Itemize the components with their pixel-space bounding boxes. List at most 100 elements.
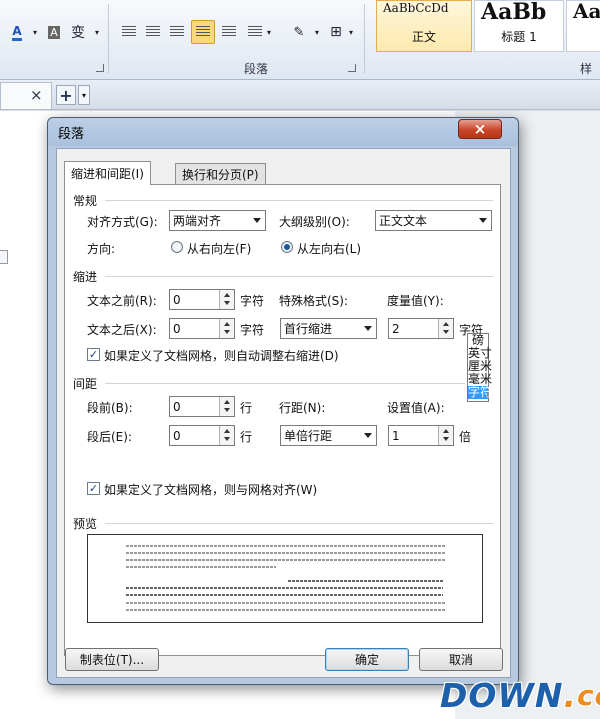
preview-line (126, 552, 446, 554)
align-center-icon[interactable] (146, 26, 160, 38)
unit-dropdown-list[interactable]: 磅 英寸 厘米 毫米 字符 (467, 333, 492, 402)
setting-value-label: 设置值(A): (387, 401, 445, 415)
line-spacing-select[interactable]: 单倍行距 (280, 425, 377, 446)
spacing-before-spinner[interactable]: 0 (169, 396, 235, 417)
measure-label: 度量值(Y): (387, 294, 444, 308)
spin-down-icon[interactable] (224, 408, 230, 412)
unit-option-selected[interactable]: 字符 (468, 386, 492, 399)
spin-down-icon[interactable] (443, 330, 449, 334)
spacing-after-spinner[interactable]: 0 (169, 425, 235, 446)
indent-before-unit: 字符 (240, 294, 265, 308)
font-dialog-launcher-icon[interactable] (96, 64, 104, 72)
outline-level-select[interactable]: 正文文本 (375, 210, 492, 231)
setting-value-spinner[interactable]: 1 (388, 425, 454, 446)
new-tab-button[interactable]: + (56, 85, 76, 105)
document-icon (0, 250, 8, 264)
radio-ltr[interactable] (281, 241, 293, 253)
justify-button[interactable] (191, 20, 215, 44)
preview-box (87, 534, 483, 623)
chevron-down-icon[interactable]: ▾ (346, 22, 356, 42)
spin-down-icon[interactable] (224, 301, 230, 305)
indent-after-label: 文本之后(X): (87, 323, 157, 337)
chevron-down-icon[interactable]: ▾ (92, 22, 102, 42)
document-tab-bar: × + ▾ (0, 80, 600, 110)
chevron-down-icon[interactable]: ▾ (312, 22, 322, 42)
paragraph-dialog-launcher-icon[interactable] (348, 64, 356, 72)
spin-up-icon[interactable] (224, 429, 230, 433)
style-normal[interactable]: AaBbCcDd 正文 (376, 0, 472, 52)
tab-line-page-breaks[interactable]: 换行和分页(P) (175, 163, 266, 185)
special-format-label: 特殊格式(S): (279, 294, 349, 308)
radio-ltr-label[interactable]: 从左向右(L) (297, 240, 361, 257)
ribbon: A ▾ A 变 ▾ ▾ ✎ ▾ ⊞ ▾ 段落 AaBbCcDd 正文 AaBb … (0, 0, 600, 93)
chevron-down-icon (253, 218, 261, 223)
snap-grid-checkbox[interactable]: ✓ (87, 482, 100, 495)
section-general: 常规 (73, 194, 98, 208)
font-color-icon[interactable]: A (6, 22, 28, 42)
style-heading-1[interactable]: AaBb 标题 1 (474, 0, 564, 52)
spacing-after-label: 段后(E): (87, 430, 132, 444)
snap-grid-label[interactable]: 如果定义了文档网格，则与网格对齐(W) (104, 481, 317, 498)
preview-line-current (126, 594, 443, 596)
chevron-down-icon[interactable]: ▾ (30, 22, 40, 42)
distribute-icon[interactable] (222, 26, 236, 38)
spin-down-icon[interactable] (224, 330, 230, 334)
spin-up-icon[interactable] (443, 322, 449, 326)
preview-line-current (288, 580, 443, 582)
spin-up-icon[interactable] (224, 293, 230, 297)
phonetic-guide-icon[interactable]: 变 (66, 22, 90, 42)
tab-stops-button[interactable]: 制表位(T)... (65, 648, 159, 671)
ok-button[interactable]: 确定 (325, 648, 409, 671)
section-spacing: 间距 (73, 377, 98, 391)
outline-level-label: 大纲级别(O): (279, 215, 350, 229)
preview-line (126, 545, 446, 547)
alignment-select[interactable]: 两端对齐 (169, 210, 266, 231)
chevron-down-icon (364, 326, 372, 331)
indent-after-spinner[interactable]: 0 (169, 318, 235, 339)
chevron-down-icon[interactable]: ▾ (264, 22, 274, 42)
align-right-icon[interactable] (170, 26, 184, 38)
spin-up-icon[interactable] (224, 400, 230, 404)
line-spacing-label: 行距(N): (279, 401, 326, 415)
special-format-select[interactable]: 首行缩进 (280, 318, 377, 339)
preview-line (126, 609, 446, 611)
style-heading-2[interactable]: Aa (566, 0, 600, 52)
shading-icon[interactable]: ✎ (288, 22, 310, 42)
setting-value-unit: 倍 (459, 430, 472, 444)
spacing-before-unit: 行 (240, 401, 253, 415)
radio-rtl[interactable] (171, 241, 183, 253)
tab-indent-spacing[interactable]: 缩进和间距(I) (64, 161, 151, 185)
spin-up-icon[interactable] (443, 429, 449, 433)
close-tab-icon[interactable]: × (30, 86, 43, 104)
preview-line-current (126, 587, 443, 589)
cancel-button[interactable]: 取消 (419, 648, 503, 671)
indent-after-unit: 字符 (240, 323, 265, 337)
dialog-title: 段落 (58, 127, 85, 142)
align-left-icon[interactable] (122, 26, 136, 38)
chevron-down-icon (364, 433, 372, 438)
dialog-body: 缩进和间距(I) 换行和分页(P) 常规 对齐方式(G): 两端对齐 大纲级别(… (56, 148, 511, 678)
preview-line (126, 559, 446, 561)
radio-rtl-label[interactable]: 从右向左(F) (187, 240, 251, 257)
preview-line (126, 602, 446, 604)
line-spacing-icon[interactable] (248, 26, 262, 38)
auto-adjust-checkbox[interactable]: ✓ (87, 348, 100, 361)
alignment-label: 对齐方式(G): (87, 215, 158, 229)
paragraph-dialog: 段落 × 缩进和间距(I) 换行和分页(P) 常规 对齐方式(G): 两端对齐 … (47, 117, 519, 685)
chevron-down-icon (479, 218, 487, 223)
spin-down-icon[interactable] (224, 437, 230, 441)
close-button[interactable]: × (458, 119, 502, 139)
preview-line (126, 566, 276, 568)
section-preview: 预览 (73, 517, 98, 531)
group-label-paragraph: 段落 (244, 62, 269, 76)
direction-label: 方向: (87, 242, 116, 256)
borders-icon[interactable]: ⊞ (326, 22, 346, 42)
spacing-after-unit: 行 (240, 430, 253, 444)
spin-down-icon[interactable] (443, 437, 449, 441)
spin-up-icon[interactable] (224, 322, 230, 326)
char-shading-icon[interactable]: A (44, 22, 64, 42)
auto-adjust-label[interactable]: 如果定义了文档网格，则自动调整右缩进(D) (104, 347, 339, 364)
indent-before-spinner[interactable]: 0 (169, 289, 235, 310)
measure-spinner[interactable]: 2 (388, 318, 454, 339)
chevron-down-icon[interactable]: ▾ (78, 85, 90, 105)
